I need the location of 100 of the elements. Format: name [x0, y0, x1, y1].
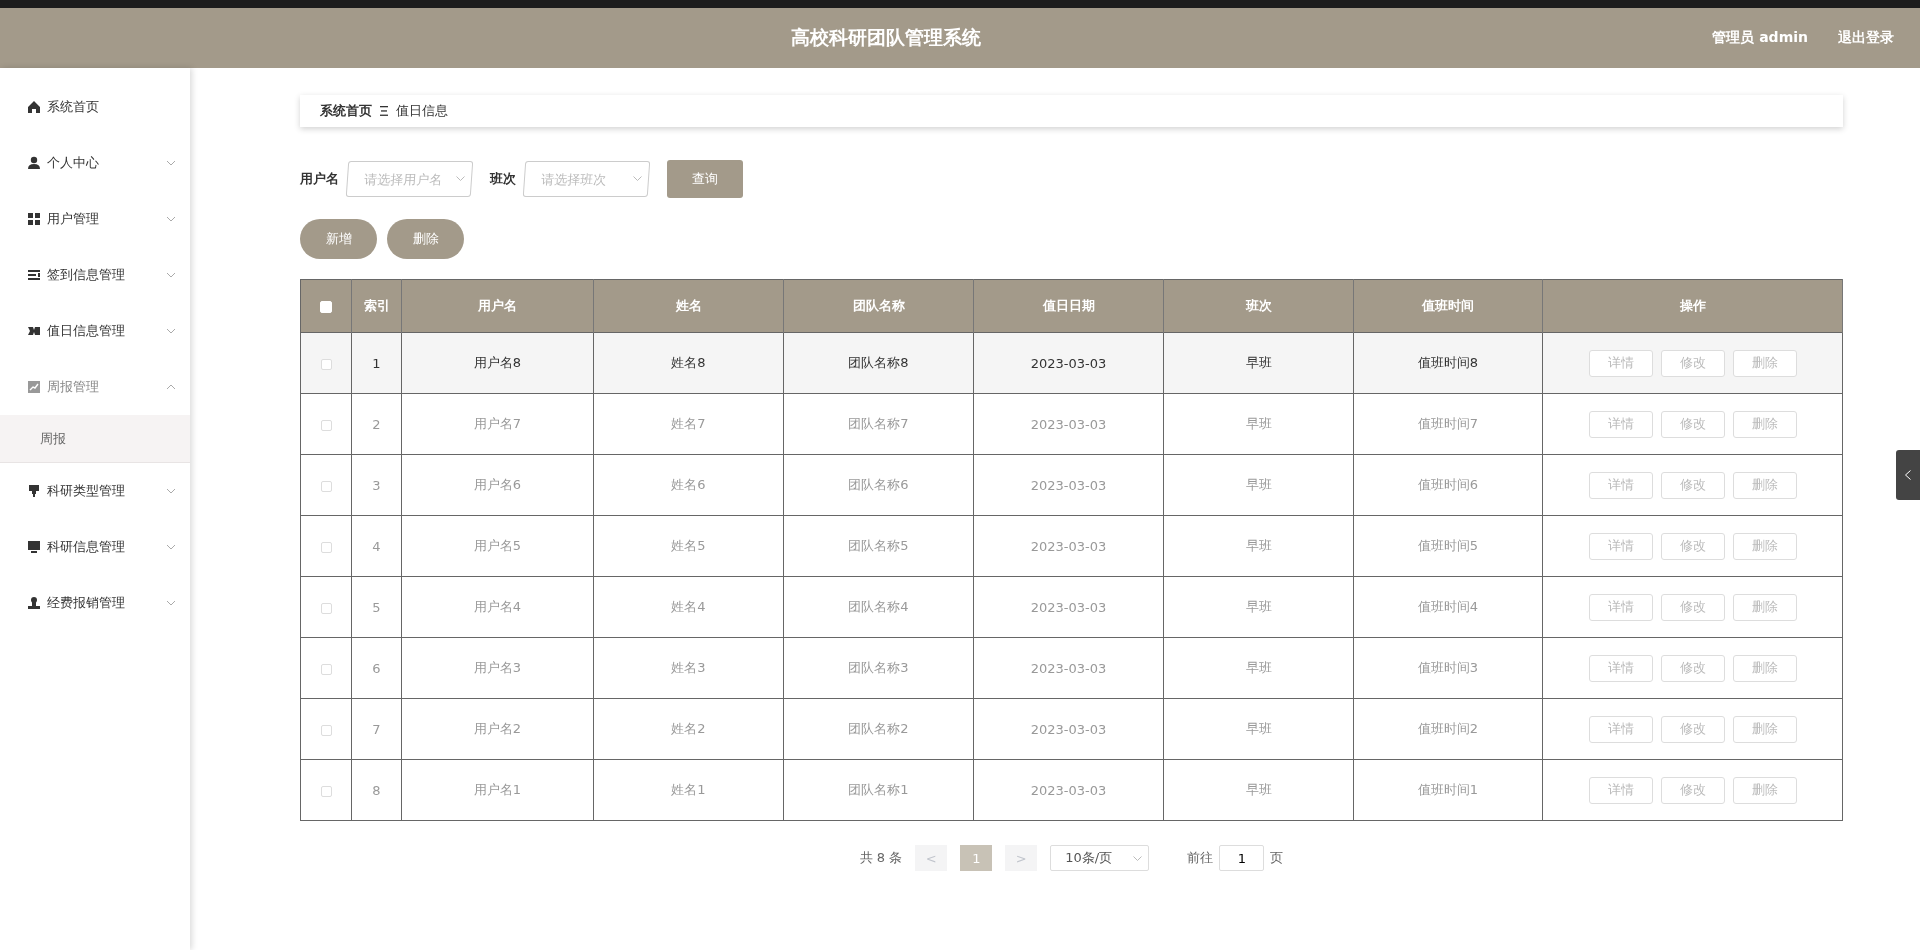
row-action-button[interactable]: 详情 [1588, 532, 1653, 560]
table-cell: 值班时间5 [1417, 538, 1479, 553]
row-checkbox[interactable] [320, 419, 332, 431]
action-button[interactable]: 新增 [300, 219, 377, 259]
table-cell: 姓名3 [671, 660, 706, 675]
row-action-button[interactable]: 修改 [1660, 532, 1725, 560]
table-cell: 6 [372, 660, 381, 676]
search-button[interactable]: 查询 [667, 160, 743, 198]
page-input[interactable]: 1 [1219, 845, 1265, 871]
row-action-button[interactable]: 删除 [1732, 654, 1797, 682]
chevron-down-icon [456, 176, 465, 181]
sidebar-item[interactable]: 个人中心 [0, 135, 190, 191]
drawer-toggle[interactable] [1896, 450, 1920, 500]
logout-link[interactable]: 退出登录 [1838, 29, 1894, 47]
row-action-button[interactable]: 修改 [1660, 410, 1725, 438]
row-action-button[interactable]: 修改 [1660, 715, 1725, 743]
table-cell: 用户名6 [473, 477, 522, 492]
separator-icon [380, 106, 388, 116]
breadcrumb-item[interactable]: 系统首页 [320, 102, 372, 120]
row-checkbox[interactable] [320, 724, 332, 736]
app-title: 高校科研团队管理系统 [790, 25, 983, 50]
sidebar-item[interactable]: 科研类型管理 [0, 463, 190, 519]
column-header: 值班时间 [1422, 298, 1474, 313]
row-action-button[interactable]: 删除 [1732, 715, 1797, 743]
column-header: 姓名 [675, 298, 702, 313]
row-action-button[interactable]: 详情 [1588, 471, 1653, 499]
row-action-button[interactable]: 删除 [1732, 532, 1797, 560]
table-cell: 早班 [1245, 782, 1272, 797]
next-page-button[interactable]: > [1005, 845, 1038, 871]
row-checkbox[interactable] [320, 541, 332, 553]
action-button[interactable]: 删除 [387, 219, 464, 259]
table-cell: 团队名称6 [848, 477, 909, 492]
select-field[interactable]: 请选择用户名 [345, 161, 474, 197]
row-action-button[interactable]: 删除 [1732, 410, 1797, 438]
page-button[interactable]: 1 [960, 845, 993, 871]
list-icon [27, 268, 41, 282]
table-cell: 团队名称4 [848, 599, 909, 614]
table-cell: 团队名称3 [848, 660, 909, 675]
chevron-down-icon [166, 544, 176, 550]
chevron-down-icon [1133, 855, 1143, 861]
table-cell: 用户名1 [473, 782, 522, 797]
table-cell: 2 [372, 416, 381, 432]
row-action-button[interactable]: 修改 [1660, 593, 1725, 621]
row-action-button[interactable]: 详情 [1588, 654, 1653, 682]
row-action-button[interactable]: 删除 [1732, 349, 1797, 377]
row-action-button[interactable]: 详情 [1588, 715, 1653, 743]
table-cell: 4 [372, 538, 381, 554]
row-action-button[interactable]: 修改 [1660, 654, 1725, 682]
table-cell: 姓名8 [671, 355, 706, 370]
table-cell: 用户名4 [473, 599, 522, 614]
row-action-button[interactable]: 修改 [1660, 776, 1725, 804]
row-action-button[interactable]: 删除 [1732, 593, 1797, 621]
table-cell: 5 [372, 599, 381, 615]
row-checkbox[interactable] [320, 358, 332, 370]
page-size-select[interactable]: 10条/页 [1050, 845, 1150, 871]
table-cell: 早班 [1245, 355, 1272, 370]
table-cell: 早班 [1245, 660, 1272, 675]
row-action-button[interactable]: 修改 [1660, 349, 1725, 377]
select-all-checkbox[interactable] [320, 301, 332, 313]
row-action-button[interactable]: 修改 [1660, 471, 1725, 499]
row-checkbox[interactable] [320, 480, 332, 492]
table-cell: 团队名称8 [848, 355, 909, 370]
table-cell: 用户名2 [473, 721, 522, 736]
row-checkbox[interactable] [320, 785, 332, 797]
row-checkbox[interactable] [320, 602, 332, 614]
row-action-button[interactable]: 详情 [1588, 410, 1653, 438]
sidebar-item[interactable]: 值日信息管理 [0, 303, 190, 359]
breadcrumb-item: 值日信息 [396, 102, 448, 120]
table-cell: 用户名3 [473, 660, 522, 675]
monitor-icon [27, 540, 41, 554]
sidebar-item[interactable]: 用户管理 [0, 191, 190, 247]
table-cell: 值班时间1 [1417, 782, 1479, 797]
select-field[interactable]: 请选择班次 [522, 161, 651, 197]
row-action-button[interactable]: 删除 [1732, 471, 1797, 499]
table-cell: 姓名2 [671, 721, 706, 736]
row-action-button[interactable]: 删除 [1732, 776, 1797, 804]
sidebar-item[interactable]: 周报管理 [0, 359, 190, 415]
sidebar-item[interactable]: 经费报销管理 [0, 575, 190, 631]
row-checkbox[interactable] [320, 663, 332, 675]
sidebar-item[interactable]: 签到信息管理 [0, 247, 190, 303]
table-cell: 3 [372, 477, 381, 493]
sidebar-item[interactable]: 科研信息管理 [0, 519, 190, 575]
table-cell: 姓名4 [671, 599, 706, 614]
sidebar-item[interactable]: 系统首页 [0, 79, 190, 135]
row-action-button[interactable]: 详情 [1588, 776, 1653, 804]
column-header: 用户名 [478, 298, 517, 313]
row-action-button[interactable]: 详情 [1588, 349, 1653, 377]
table-cell: 值班时间8 [1417, 355, 1479, 370]
table-cell: 姓名7 [671, 416, 706, 431]
table-cell: 2023-03-03 [1030, 355, 1107, 371]
row-action-button[interactable]: 详情 [1588, 593, 1653, 621]
table-cell: 2023-03-03 [1030, 721, 1107, 737]
chevron-down-icon [166, 488, 176, 494]
user-label: 管理员 admin [1712, 29, 1808, 47]
goto-label: 前往 [1187, 849, 1214, 867]
ticket-icon [27, 324, 41, 338]
table-cell: 姓名5 [671, 538, 706, 553]
sidebar-subitem[interactable]: 周报 [0, 415, 190, 463]
prev-page-button[interactable]: < [915, 845, 948, 871]
table-cell: 用户名7 [473, 416, 522, 431]
